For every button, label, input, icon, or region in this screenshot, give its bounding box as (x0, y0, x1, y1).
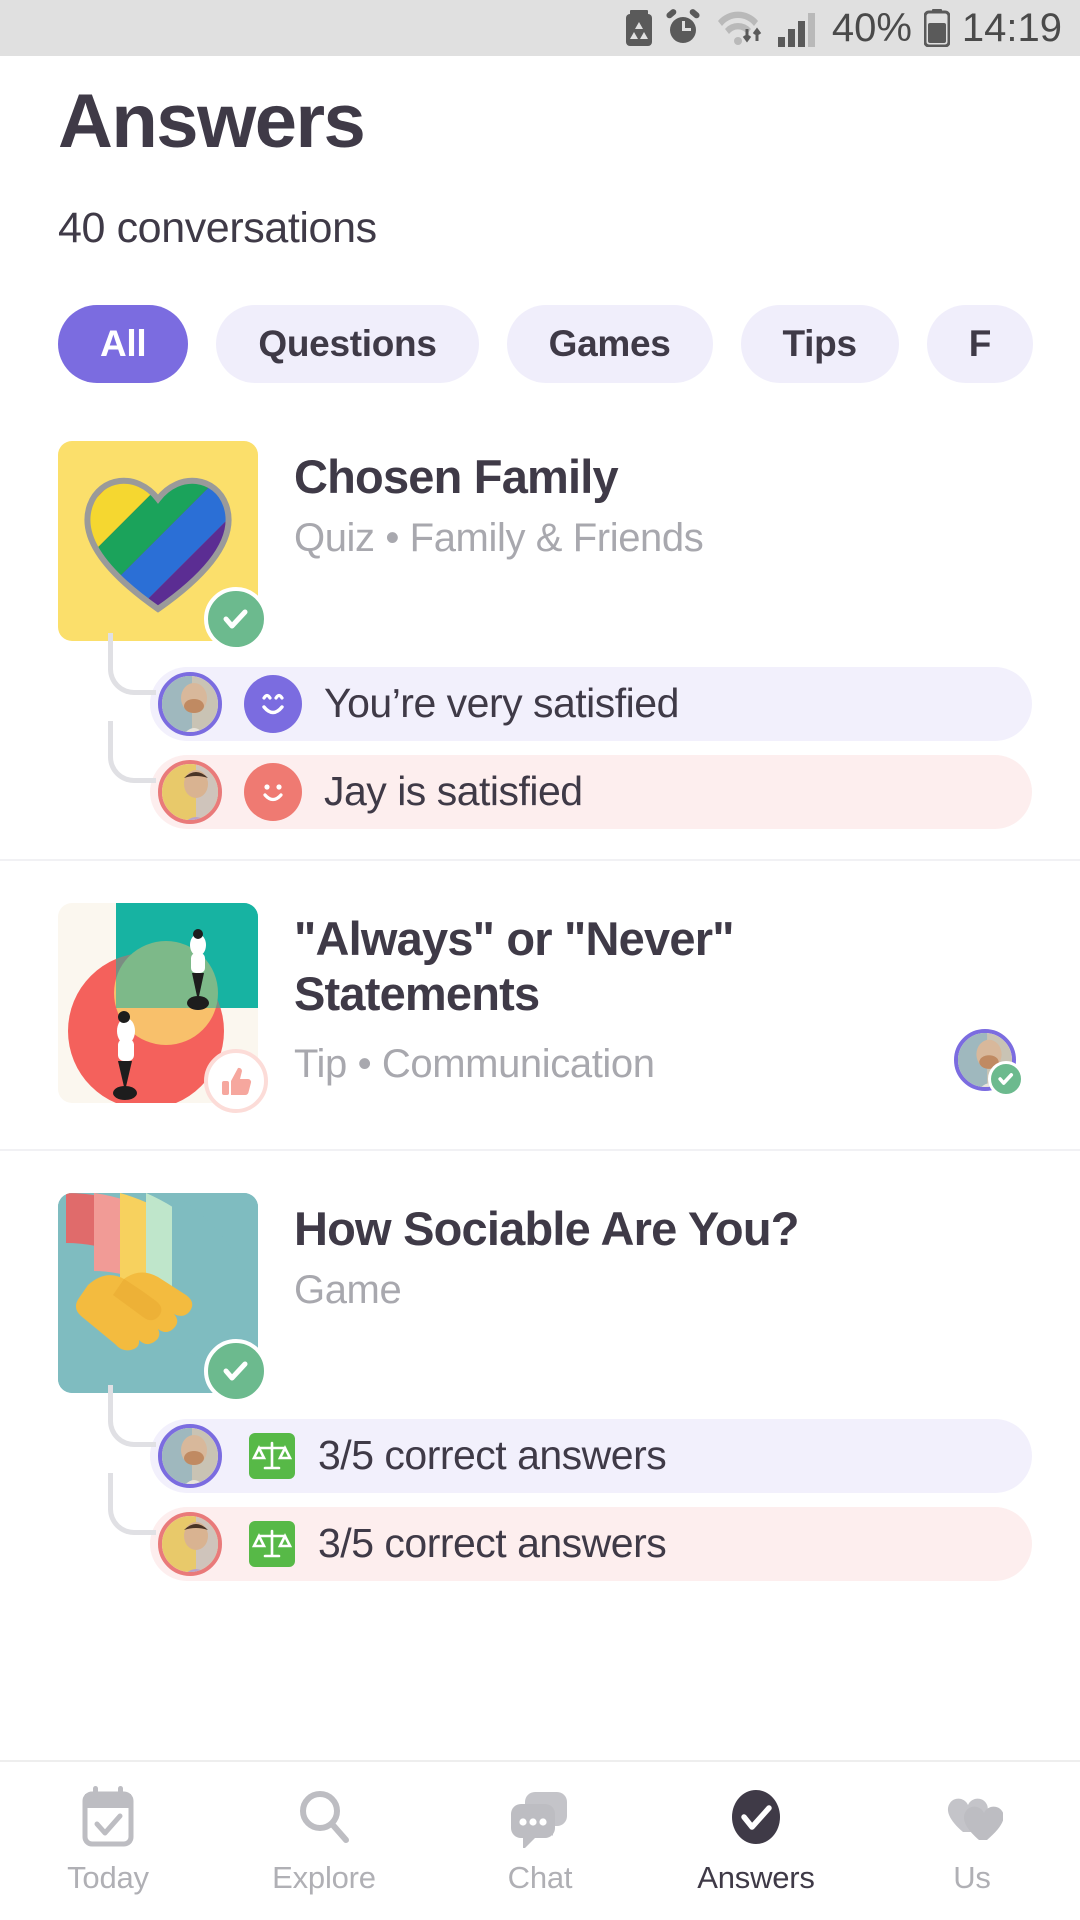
filter-chip-all[interactable]: All (58, 304, 189, 383)
alarm-icon (664, 9, 702, 47)
nav-item-today[interactable]: Today (0, 1786, 216, 1896)
conversation-title: Chosen Family (294, 449, 619, 503)
battery-saver-icon (625, 10, 652, 46)
conversation-count-label: 40 conversations (58, 203, 377, 252)
filter-chip-partial[interactable]: F (926, 304, 1034, 383)
nav-item-answers[interactable]: Answers (648, 1786, 864, 1896)
conversation-subtitle: Game (294, 1268, 402, 1313)
scales-icon (248, 1520, 296, 1568)
conversation-thumbnail (58, 440, 268, 651)
avatar (158, 671, 222, 736)
liked-badge (204, 1048, 268, 1113)
answer-text: 3/5 correct answers (318, 1432, 667, 1479)
hearts-icon (947, 1798, 1003, 1840)
answer-list: 3/5 correct answers 3/5 correct answers (0, 1384, 1080, 1581)
participant-avatar[interactable] (954, 1028, 1024, 1097)
avatar (158, 1423, 222, 1488)
conversation-subtitle: Tip • Communication (294, 1041, 655, 1086)
nav-label: Answers (697, 1860, 815, 1895)
check-circle-icon (732, 1790, 780, 1844)
answer-list: You’re very satisfied Jay is satisfied (0, 632, 1080, 829)
nav-item-us[interactable]: Us (864, 1786, 1080, 1896)
nav-label: Chat (507, 1860, 573, 1895)
calendar-check-icon (82, 1786, 134, 1847)
nav-item-chat[interactable]: Chat (432, 1786, 648, 1896)
bottom-navigation: Today Explore Chat Answers Us (0, 1760, 1080, 1920)
conversation-thumbnail (58, 1192, 268, 1403)
conversation-subtitle: Quiz • Family & Friends (294, 516, 704, 561)
filter-chip-row[interactable]: All Questions Games Tips F (0, 304, 1080, 383)
thread-connector-icon (108, 1384, 156, 1447)
chat-bubbles-icon (511, 1792, 567, 1848)
conversation-thumbnail (58, 902, 268, 1113)
avatar (158, 1511, 222, 1576)
nav-label: Today (67, 1860, 149, 1895)
page-header: Answers 40 conversations (0, 56, 1080, 253)
thread-connector-icon (108, 632, 156, 695)
avatar (158, 759, 222, 824)
answer-text: Jay is satisfied (324, 768, 583, 815)
battery-icon (923, 9, 950, 47)
answer-row[interactable]: Jay is satisfied (108, 720, 1032, 829)
answer-row[interactable]: 3/5 correct answers (108, 1384, 1032, 1493)
wifi-icon (714, 9, 766, 47)
thread-connector-icon (108, 720, 156, 783)
signal-icon (777, 9, 820, 47)
scales-icon (248, 1432, 296, 1480)
conversation-card[interactable]: Chosen Family Quiz • Family & Friends Yo… (0, 440, 1080, 861)
conversation-title: How Sociable Are You? (294, 1201, 799, 1255)
conversation-card[interactable]: "Always" or "Never" Statements Tip • Com… (0, 861, 1080, 1151)
completed-badge (988, 1060, 1024, 1097)
filter-chip-tips[interactable]: Tips (740, 304, 899, 383)
filter-chip-questions[interactable]: Questions (216, 304, 479, 383)
answer-row[interactable]: You’re very satisfied (108, 632, 1032, 741)
mood-smiley-icon (244, 762, 302, 821)
completed-badge (204, 1338, 268, 1403)
completed-badge (204, 586, 268, 651)
nav-item-explore[interactable]: Explore (216, 1786, 432, 1896)
app-screen: 40% 14:19 Answers 40 conversations All Q… (0, 0, 1080, 1920)
answer-text: 3/5 correct answers (318, 1520, 667, 1567)
filter-chip-games[interactable]: Games (506, 304, 713, 383)
conversation-title: "Always" or "Never" Statements (294, 911, 734, 1021)
clock-label: 14:19 (961, 6, 1062, 50)
answer-row[interactable]: 3/5 correct answers (108, 1472, 1032, 1581)
answer-text: You’re very satisfied (324, 680, 679, 727)
thread-connector-icon (108, 1472, 156, 1535)
status-bar: 40% 14:19 (0, 0, 1080, 56)
search-icon (300, 1791, 349, 1843)
page-title: Answers (58, 79, 366, 164)
nav-label: Us (953, 1860, 991, 1895)
battery-percent-label: 40% (831, 6, 912, 50)
conversation-list: Chosen Family Quiz • Family & Friends Yo… (0, 440, 1080, 1581)
conversation-card[interactable]: How Sociable Are You? Game 3/5 correct a… (0, 1151, 1080, 1581)
mood-smiley-icon (244, 674, 302, 733)
nav-label: Explore (272, 1860, 376, 1895)
